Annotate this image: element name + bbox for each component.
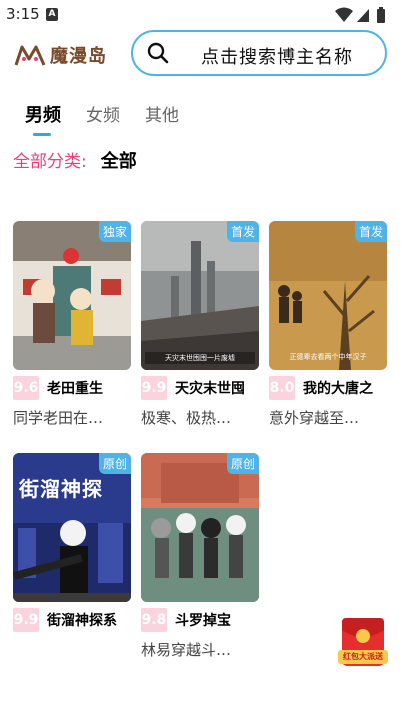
logo-mark-icon [14,45,46,66]
card-title[interactable]: 老田重生 [47,378,133,398]
card-badge: 首发 [354,221,387,242]
filter-label: 全部分类: [13,152,87,172]
comic-card[interactable]: 原创 9.8 斗罗掉宝 林易穿越斗… [141,453,261,660]
card-title[interactable]: 天灾末世囤 [175,378,261,398]
app-header: 魔漫岛 点击搜索博主名称 [0,30,401,80]
search-placeholder[interactable]: 点击搜索博主名称 [201,43,353,69]
logo-text: 魔漫岛 [50,46,107,67]
category-tabs: 男频 女频 其他 [0,95,401,139]
comic-card[interactable]: 首发 天灾末世囤囤一片废墟 9.9 天灾末世囤 极寒、极热… [141,221,261,428]
card-description: 极寒、极热… [141,409,232,427]
cover-caption: 天灾末世囤囤一片废墟 [145,352,255,364]
cover-illustration [13,221,131,370]
card-badge: 原创 [226,453,259,474]
card-score: 9.6 [13,376,39,400]
cover-illustration [269,221,387,370]
red-packet-button[interactable]: 红包大派送 [336,612,390,670]
cover-caption: 街溜神探 [19,477,103,501]
card-title[interactable]: 斗罗掉宝 [175,610,261,630]
card-badge: 独家 [98,221,131,242]
comic-card[interactable]: 独家 9.6 老田重生 同学老田在… [13,221,133,428]
tab-active-indicator [33,133,51,136]
card-badge: 原创 [98,453,131,474]
cover-illustration [141,221,259,370]
cover-caption: 正德辈去看两个中年汉子 [289,353,367,361]
comic-cover[interactable]: 首发 天灾末世囤囤一片废墟 [141,221,259,370]
category-filter: 全部分类: 全部 [13,147,137,173]
tab-male[interactable]: 男频 [25,101,61,127]
notification-icon: A [46,8,58,21]
filter-value[interactable]: 全部 [101,147,137,173]
search-icon[interactable] [147,42,169,64]
card-title[interactable]: 街溜神探系 [47,610,133,630]
card-badge: 首发 [226,221,259,242]
battery-icon [377,9,385,23]
card-score: 8.0 [269,376,295,400]
card-description: 意外穿越至… [269,409,360,427]
comic-cover[interactable]: 独家 [13,221,131,370]
wifi-icon [335,7,353,22]
card-description: 林易穿越斗… [141,641,232,659]
card-score: 9.9 [13,608,39,632]
cover-illustration [141,453,259,602]
comic-cover[interactable]: 街溜神探 原创 [13,453,131,602]
status-icons [335,7,385,23]
status-bar: 3:15 A [0,0,401,30]
tab-other[interactable]: 其他 [145,101,179,126]
card-score: 9.9 [141,376,167,400]
card-score: 9.8 [141,608,167,632]
comic-card[interactable]: 首发 正德辈去看两个中年汉子 8.0 我的大唐之 意外穿越至… [269,221,391,428]
comic-card[interactable]: 街溜神探 原创 9.9 街溜神探系 [13,453,133,635]
signal-icon [357,9,369,22]
comic-cover[interactable]: 首发 正德辈去看两个中年汉子 [269,221,387,370]
comic-cover[interactable]: 原创 [141,453,259,602]
search-box[interactable]: 点击搜索博主名称 [131,30,387,76]
red-packet-text: 红包大派送 [343,652,383,661]
status-time: 3:15 [6,5,40,23]
card-title[interactable]: 我的大唐之 [303,378,389,398]
app-logo: 魔漫岛 [14,42,107,68]
tab-female[interactable]: 女频 [86,101,120,126]
card-description: 同学老田在… [13,409,104,427]
